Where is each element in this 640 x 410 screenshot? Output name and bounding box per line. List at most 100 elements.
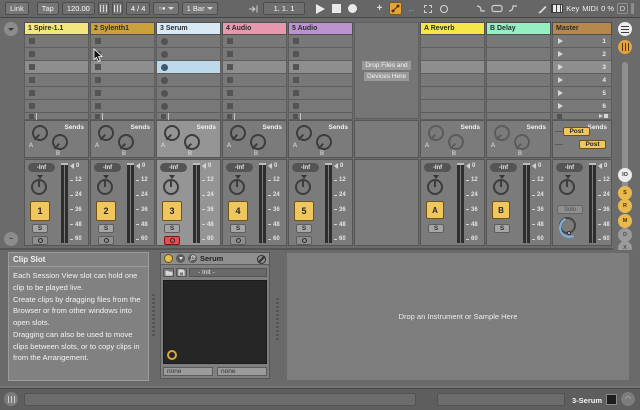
send-b-knob[interactable] <box>118 134 134 150</box>
clip-slot[interactable] <box>288 35 353 48</box>
post-toggle-a[interactable]: Post <box>563 127 590 136</box>
clip-slot[interactable] <box>156 48 221 61</box>
clip-slot[interactable] <box>222 74 287 87</box>
clip-slot[interactable] <box>90 100 155 113</box>
clip-slot[interactable] <box>420 48 485 61</box>
clip-slot[interactable] <box>24 35 89 48</box>
solo-button[interactable]: S <box>428 224 444 233</box>
stop-button[interactable] <box>330 2 343 15</box>
clip-slot[interactable] <box>420 35 485 48</box>
stop-clips-button[interactable] <box>161 114 166 119</box>
clip-stop-icon[interactable] <box>293 64 299 70</box>
detail-view-toggle-button[interactable]: ◠ <box>621 392 635 406</box>
send-a-knob[interactable] <box>494 125 510 141</box>
record-button[interactable] <box>346 2 359 15</box>
clip-slot[interactable] <box>24 48 89 61</box>
volume-display[interactable]: -Inf <box>28 163 55 172</box>
link-button[interactable]: Link <box>5 2 29 15</box>
clip-stop-icon[interactable] <box>95 64 101 70</box>
clip-slot[interactable] <box>90 74 155 87</box>
pan-knob[interactable] <box>97 179 113 195</box>
send-b-knob[interactable] <box>184 134 200 150</box>
clip-slot[interactable] <box>486 87 551 100</box>
fader-handle[interactable] <box>136 163 140 169</box>
track-header[interactable]: 5 Audio <box>288 22 353 35</box>
clip-slot[interactable] <box>24 87 89 100</box>
clip-stop-icon[interactable] <box>29 64 35 70</box>
send-a-knob[interactable] <box>428 125 444 141</box>
scene-slot[interactable]: 3 <box>552 61 612 74</box>
track-activator-button[interactable]: 4 <box>228 201 248 221</box>
solo-button[interactable]: S <box>494 224 510 233</box>
load-preset-button[interactable] <box>163 268 174 277</box>
clip-record-icon[interactable] <box>161 103 168 110</box>
scene-launch-icon[interactable] <box>558 103 563 109</box>
fader-handle[interactable] <box>466 163 470 169</box>
tap-tempo-button[interactable]: Tap <box>37 2 59 15</box>
nudge-up-button[interactable] <box>112 2 123 15</box>
pan-knob[interactable] <box>559 179 575 195</box>
panel-resize-handle[interactable] <box>152 292 155 336</box>
send-b-knob[interactable] <box>514 134 530 150</box>
punch-in-button[interactable] <box>474 2 487 15</box>
preset-name-field[interactable]: - Init - <box>189 268 267 277</box>
time-signature-field[interactable]: 4 / 4 <box>126 2 151 15</box>
clip-stop-icon[interactable] <box>29 51 35 57</box>
plugin-edit-button[interactable] <box>188 254 197 263</box>
capture-midi-button[interactable] <box>421 2 434 15</box>
clip-stop-icon[interactable] <box>95 90 101 96</box>
volume-display[interactable]: -Inf <box>490 163 517 172</box>
clip-slot[interactable] <box>24 74 89 87</box>
tempo-field[interactable]: 120.00 <box>62 2 95 15</box>
drop-files-column[interactable]: Drop Files andDevices Here <box>354 18 420 250</box>
scene-launch-icon[interactable] <box>558 51 563 57</box>
stop-clips-button[interactable] <box>227 114 232 119</box>
track-activator-button[interactable]: A <box>426 201 444 219</box>
solo-button[interactable]: S <box>98 224 114 233</box>
pan-knob[interactable] <box>163 179 179 195</box>
clip-slot[interactable] <box>420 61 485 74</box>
clip-slot[interactable] <box>90 35 155 48</box>
solo-button[interactable]: S <box>296 224 312 233</box>
clip-slot[interactable] <box>222 35 287 48</box>
clip-stop-icon[interactable] <box>29 103 35 109</box>
volume-display[interactable]: -Inf <box>160 163 187 172</box>
clip-slot[interactable] <box>156 87 221 100</box>
drop-files-zone[interactable]: Drop Files andDevices Here <box>354 22 419 119</box>
send-a-knob[interactable] <box>296 125 312 141</box>
clip-slot[interactable] <box>288 61 353 74</box>
punch-out-button[interactable] <box>506 2 519 15</box>
volume-display[interactable]: -Inf <box>94 163 121 172</box>
io-toggle[interactable]: IO <box>618 168 632 182</box>
plugin-config-field[interactable]: none <box>217 367 267 376</box>
automation-arm-button[interactable] <box>389 2 402 15</box>
panel-resize-handle[interactable] <box>276 296 279 340</box>
scene-slot[interactable]: 1 <box>552 35 612 48</box>
clip-slot[interactable] <box>222 87 287 100</box>
track-activator-button[interactable]: 5 <box>294 201 314 221</box>
scene-launch-icon[interactable] <box>558 64 563 70</box>
volume-display[interactable]: -Inf <box>226 163 253 172</box>
quantization-menu[interactable]: ○● <box>153 2 178 15</box>
pan-knob[interactable] <box>493 179 509 195</box>
clip-slot[interactable] <box>90 87 155 100</box>
track-activator-button[interactable]: B <box>492 201 510 219</box>
master-track-header[interactable]: Master <box>552 22 612 35</box>
mixer-toggle[interactable]: M <box>618 214 632 228</box>
clip-stop-icon[interactable] <box>227 38 233 44</box>
clip-stop-icon[interactable] <box>29 38 35 44</box>
clip-slot[interactable] <box>420 100 485 113</box>
clip-slot[interactable] <box>156 100 221 113</box>
save-preset-button[interactable] <box>176 268 187 277</box>
volume-display[interactable]: -Inf <box>424 163 451 172</box>
hot-swap-icon[interactable] <box>257 255 266 264</box>
arm-button[interactable] <box>164 236 180 245</box>
clip-stop-icon[interactable] <box>293 77 299 83</box>
fader-handle[interactable] <box>532 163 536 169</box>
clip-slot[interactable] <box>24 100 89 113</box>
clip-record-icon[interactable] <box>161 90 168 97</box>
device-title-bar[interactable]: Serum <box>161 253 269 265</box>
clip-stop-icon[interactable] <box>227 77 233 83</box>
launch-quantization-menu[interactable]: 1 Bar <box>182 2 218 15</box>
post-toggle-b[interactable]: Post <box>579 140 606 149</box>
